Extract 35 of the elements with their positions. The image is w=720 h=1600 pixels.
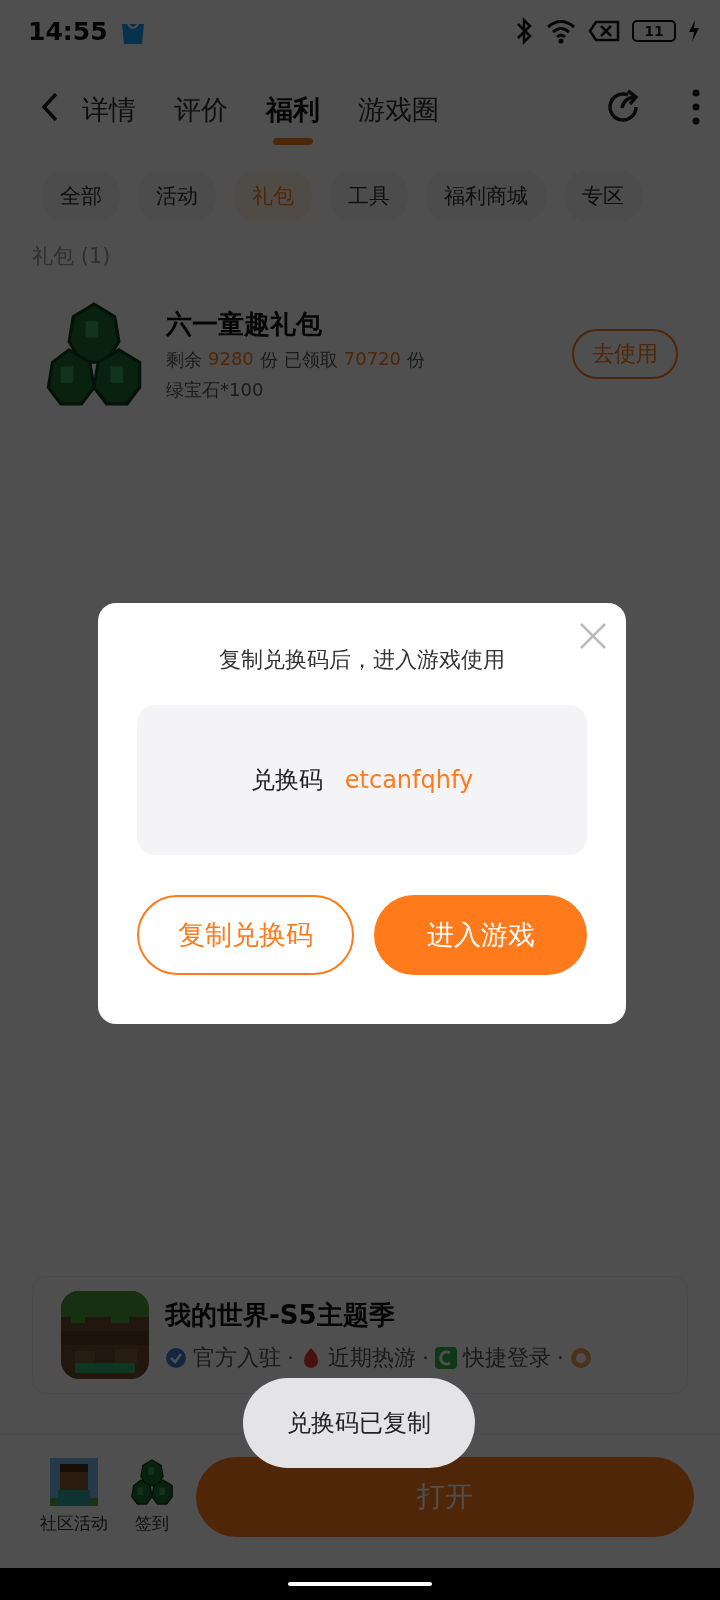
code-label: 兑换码 xyxy=(250,765,323,796)
battery-level: 11 xyxy=(632,20,676,42)
sim-error-icon xyxy=(588,20,620,42)
redeem-code: etcanfqhfy xyxy=(344,766,474,794)
stat-value: 9280 xyxy=(208,347,254,371)
close-icon[interactable] xyxy=(578,621,608,651)
status-time: 14:55 xyxy=(28,16,108,46)
gift-title: 六一童趣礼包 xyxy=(166,307,323,341)
separator-dot: · xyxy=(287,1345,294,1370)
toast-message: 兑换码已复制 xyxy=(243,1378,475,1468)
shortcut-button[interactable]: 签到 xyxy=(130,1458,174,1535)
filter-chip[interactable]: 礼包 xyxy=(234,170,312,222)
tab[interactable]: 游戏圈 xyxy=(358,69,439,145)
copy-code-button[interactable]: 复制兑换码 xyxy=(137,895,354,975)
tab[interactable]: 详情 xyxy=(82,69,136,145)
dialog-message: 复制兑换码后，进入游戏使用 xyxy=(219,646,505,674)
separator-dot: · xyxy=(557,1345,564,1370)
charging-icon xyxy=(688,20,700,42)
badge-icon xyxy=(570,1346,592,1369)
more-icon[interactable] xyxy=(692,89,700,125)
verified-icon xyxy=(165,1346,187,1369)
login-icon xyxy=(435,1346,457,1369)
shortcut-button[interactable]: 社区活动 xyxy=(40,1458,108,1535)
back-icon[interactable] xyxy=(40,91,60,123)
game-title: 我的世界-S5主题季 xyxy=(165,1298,396,1332)
wifi-icon xyxy=(546,18,576,44)
emerald-icon xyxy=(130,1458,174,1506)
tab[interactable]: 福利 xyxy=(266,69,320,145)
enter-game-button[interactable]: 进入游戏 xyxy=(374,895,587,975)
bluetooth-icon xyxy=(514,17,534,45)
open-button[interactable]: 打开 xyxy=(196,1456,694,1537)
stat-value: 70720 xyxy=(343,347,402,371)
separator-dot: · xyxy=(422,1345,429,1370)
use-button[interactable]: 去使用 xyxy=(572,329,678,379)
tab[interactable]: 评价 xyxy=(174,69,228,145)
